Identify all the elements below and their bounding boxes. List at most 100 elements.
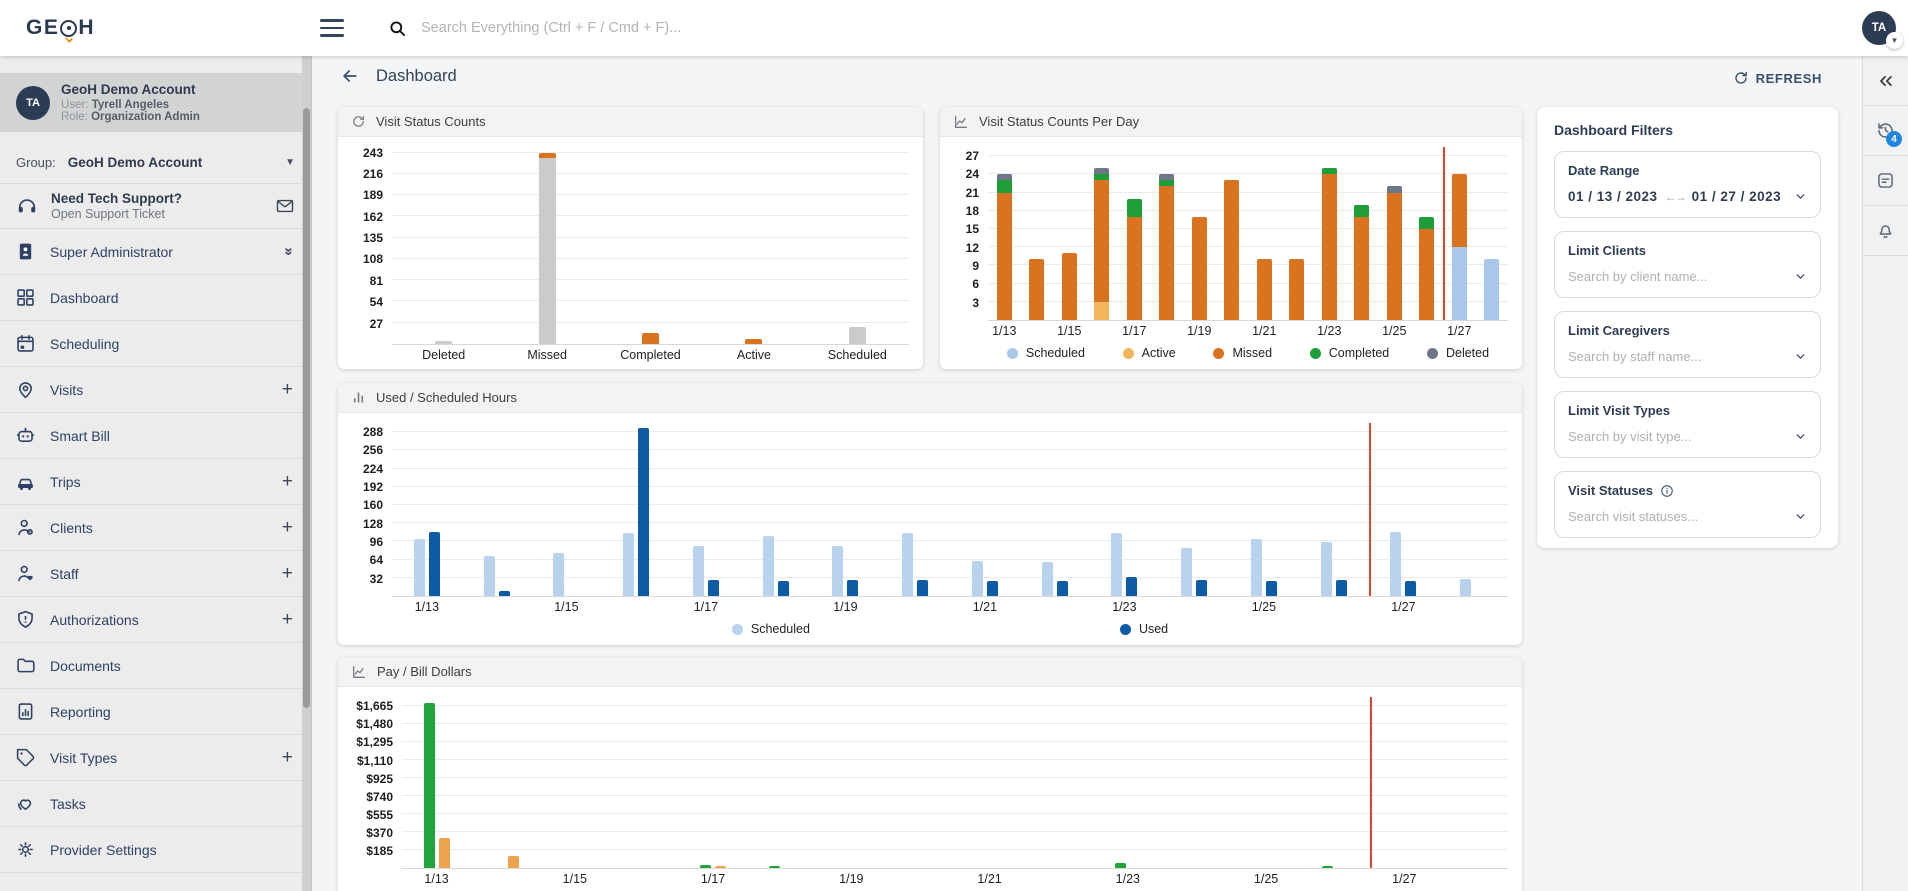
sidebar-item-visit-types[interactable]: Visit Types + xyxy=(0,735,311,781)
sidebar-item-support[interactable]: Need Tech Support? Open Support Ticket xyxy=(0,184,311,229)
plus-icon[interactable]: + xyxy=(282,748,293,767)
sidebar-item-documents[interactable]: Documents xyxy=(0,643,311,689)
legend-item-completed[interactable]: Completed xyxy=(1309,346,1389,360)
bar-chart-icon xyxy=(351,390,366,405)
card-visit-status-counts: Visit Status Counts 27 54 81 108 135 162 189 21… xyxy=(338,107,923,369)
legend-dot-icon xyxy=(731,623,743,635)
bar-group xyxy=(988,147,1021,320)
x-tick-label: 1/21 xyxy=(1252,324,1277,338)
sidebar-item-super-administrator[interactable]: Super Administrator » xyxy=(0,229,311,275)
filter-label: Visit Statuses xyxy=(1568,483,1807,498)
visit-types-select[interactable]: Search by visit type... xyxy=(1568,429,1807,444)
y-tick-label: 24 xyxy=(965,167,979,182)
sidebar-item-scheduling[interactable]: Scheduling xyxy=(0,321,311,367)
person-heart-icon xyxy=(15,563,36,584)
chart-legend: Scheduled Active Missed Completed Deleted xyxy=(988,341,1508,365)
bar xyxy=(538,147,556,344)
x-tick-label: 1/17 xyxy=(693,600,719,614)
bar-group xyxy=(886,697,955,868)
page-title: Dashboard xyxy=(376,66,457,85)
legend-item-deleted[interactable]: Deleted xyxy=(1426,346,1490,360)
sidebar-item-trips[interactable]: Trips + xyxy=(0,459,311,505)
caregivers-select[interactable]: Search by staff name... xyxy=(1568,349,1807,364)
info-icon[interactable] xyxy=(1660,484,1674,498)
bar xyxy=(1250,423,1262,596)
sidebar-item-staff[interactable]: Staff + xyxy=(0,551,311,597)
bar xyxy=(1460,423,1472,596)
plot-area xyxy=(402,697,1508,869)
alerts-button[interactable] xyxy=(1863,206,1908,256)
date-range-select[interactable]: 01 / 13 / 2023 ←→ 01 / 27 / 2023 xyxy=(1568,189,1807,204)
legend-label: Deleted xyxy=(1445,346,1490,360)
bar xyxy=(1094,147,1110,320)
sidebar-item-smart-bill[interactable]: Smart Bill xyxy=(0,413,311,459)
plus-icon[interactable]: + xyxy=(282,472,293,491)
y-tick-label: 108 xyxy=(362,252,383,267)
legend-item-missed[interactable]: Missed xyxy=(1213,346,1272,360)
user-menu[interactable]: TA ▼ xyxy=(1862,11,1903,49)
y-tick-label: 18 xyxy=(965,204,979,219)
clients-select[interactable]: Search by client name... xyxy=(1568,269,1807,284)
sidebar-item-reporting[interactable]: Reporting xyxy=(0,689,311,735)
plus-icon[interactable]: + xyxy=(282,380,293,399)
collapse-panel-button[interactable] xyxy=(1863,56,1908,106)
x-tick-label: 1/21 xyxy=(977,872,1002,886)
bar xyxy=(917,423,929,596)
global-search xyxy=(388,19,1862,38)
chevrons-down-icon[interactable]: » xyxy=(280,247,297,255)
y-tick-label: 54 xyxy=(369,295,383,310)
bar xyxy=(986,423,998,596)
plus-icon[interactable]: + xyxy=(282,518,293,537)
y-axis: $185 $370 $555 $740 $925 $1,110 $1,295 $1,480 $1… xyxy=(346,697,402,869)
search-input[interactable] xyxy=(421,20,1062,36)
sidebar-item-label: Visit Types xyxy=(50,749,118,766)
sidebar-item-dashboard[interactable]: Dashboard xyxy=(0,275,311,321)
sidebar-scrollbar[interactable] xyxy=(302,56,311,891)
bar-group xyxy=(1438,423,1508,596)
plus-icon[interactable]: + xyxy=(282,610,293,629)
bar-group xyxy=(495,147,598,344)
legend-item-scheduled[interactable]: Scheduled xyxy=(1006,346,1085,360)
group-select[interactable]: Group: GeoH Demo Account ▼ xyxy=(0,142,311,184)
y-tick-label: $1,480 xyxy=(356,717,393,732)
sidebar-item-tasks[interactable]: Tasks xyxy=(0,781,311,827)
y-tick-label: 288 xyxy=(362,425,383,440)
bar xyxy=(1126,423,1138,596)
bar xyxy=(428,423,440,596)
bar xyxy=(1114,697,1126,868)
refresh-button[interactable]: REFRESH xyxy=(1733,70,1822,86)
avatar: TA xyxy=(16,85,50,120)
bar-group xyxy=(880,423,950,596)
history-button[interactable]: 4 xyxy=(1863,106,1908,156)
legend-item-active[interactable]: Active xyxy=(1122,346,1176,360)
legend-item-used[interactable]: Used xyxy=(1119,622,1168,636)
y-axis: 32 64 96 128 160 192 224 256 288 xyxy=(346,423,392,597)
bar xyxy=(902,423,914,596)
bar xyxy=(1191,147,1207,320)
account-block[interactable]: TA GeoH Demo Account User: Tyrell Angele… xyxy=(0,73,311,132)
bar-group xyxy=(950,423,1020,596)
sidebar-item-clients[interactable]: Clients + xyxy=(0,505,311,551)
back-button[interactable] xyxy=(340,66,360,86)
bar-group xyxy=(1443,147,1476,320)
y-tick-label: 6 xyxy=(972,277,979,292)
mail-icon[interactable] xyxy=(275,196,295,216)
filter-placeholder: Search by client name... xyxy=(1568,269,1708,284)
scrollbar-thumb[interactable] xyxy=(303,108,310,708)
date-range-end: 01 / 27 / 2023 xyxy=(1691,189,1782,204)
bar-group xyxy=(671,423,741,596)
x-tick-label: 1/19 xyxy=(833,600,858,614)
menu-toggle-button[interactable] xyxy=(320,19,345,37)
date-range-filter: Date Range 01 / 13 / 2023 ←→ 01 / 27 / 2… xyxy=(1554,151,1821,218)
sidebar-item-provider-settings[interactable]: Provider Settings xyxy=(0,827,311,873)
notes-button[interactable] xyxy=(1863,156,1908,206)
filter-placeholder: Search by visit type... xyxy=(1568,429,1692,444)
bar-group xyxy=(1378,147,1411,320)
sidebar-item-authorizations[interactable]: Authorizations + xyxy=(0,597,311,643)
chart-legend: Scheduled Used xyxy=(392,617,1508,641)
sidebar-item-visits[interactable]: Visits + xyxy=(0,367,311,413)
visit-statuses-select[interactable]: Search visit statuses... xyxy=(1568,509,1807,524)
plus-icon[interactable]: + xyxy=(282,564,293,583)
y-tick-label: 32 xyxy=(369,571,383,586)
legend-item-scheduled[interactable]: Scheduled xyxy=(731,622,810,636)
